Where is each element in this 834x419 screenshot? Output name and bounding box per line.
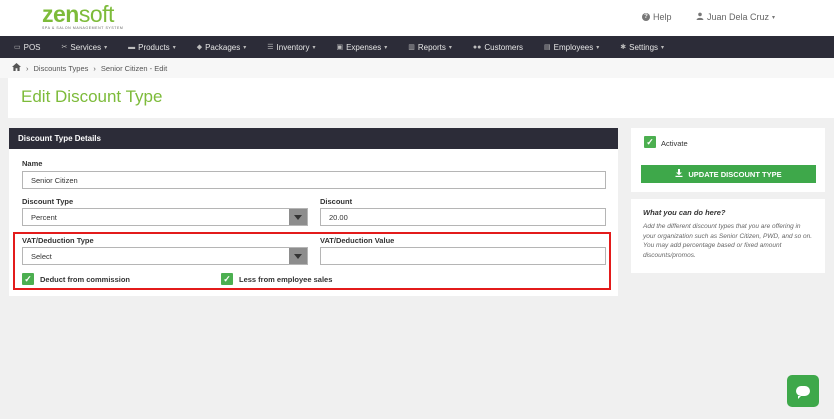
wrench-icon: ✂ — [61, 44, 68, 51]
name-field[interactable]: Senior Citizen — [22, 171, 606, 189]
employees-icon: ▤ — [544, 44, 551, 51]
logo-wordmark: zensoft — [42, 1, 123, 27]
breadcrumb-item-discount-types[interactable]: Discounts Types — [34, 64, 89, 73]
tablet-icon: ▭ — [14, 44, 21, 51]
update-discount-type-button[interactable]: UPDATE DISCOUNT TYPE — [641, 165, 816, 183]
top-header: zensoft SPA & SALON MANAGEMENT SYSTEM ? … — [0, 0, 834, 36]
checkmark-icon: ✓ — [646, 136, 654, 147]
info-text: Add the different discount types that yo… — [643, 223, 813, 259]
help-info-card: What you can do here? Add the different … — [631, 199, 825, 273]
nav-item-reports[interactable]: ▥ Reports ▾ — [408, 43, 452, 52]
chevron-down-icon: ▾ — [172, 44, 176, 51]
main-nav: ▭ POS ✂ Services ▾ ▬ Products ▾ ◆ Packag… — [0, 36, 834, 58]
checkmark-icon: ✓ — [223, 273, 231, 284]
chevron-down-icon: ▾ — [661, 44, 665, 51]
activate-checkbox[interactable]: ✓ — [644, 136, 656, 148]
breadcrumb-separator: › — [93, 63, 96, 73]
breadcrumb-separator: › — [26, 63, 29, 73]
name-label: Name — [22, 159, 43, 168]
nav-item-inventory[interactable]: ☰ Inventory ▾ — [267, 43, 315, 52]
user-icon — [696, 12, 704, 22]
nav-label: Settings — [629, 42, 659, 52]
dropdown-arrow-icon — [289, 209, 307, 225]
nav-label: Packages — [205, 42, 241, 52]
gear-icon: ✱ — [620, 44, 627, 51]
name-field-value: Senior Citizen — [31, 175, 78, 185]
breadcrumb-item-current: Senior Citizen - Edit — [100, 63, 168, 73]
chat-icon — [796, 386, 810, 399]
list-icon: ☰ — [267, 44, 274, 51]
vat-type-label: VAT/Deduction Type — [22, 236, 94, 245]
logo-word-part2: soft — [78, 1, 115, 27]
logo-tagline: SPA & SALON MANAGEMENT SYSTEM — [42, 26, 124, 30]
nav-label: Reports — [417, 42, 446, 52]
less-employee-sales-checkbox[interactable]: ✓ — [221, 273, 233, 285]
activate-label: Activate — [661, 139, 688, 148]
nav-label: POS — [23, 42, 41, 52]
nav-label: Inventory — [276, 42, 310, 52]
vat-value-label: VAT/Deduction Value — [320, 236, 395, 245]
chevron-down-icon: ▾ — [104, 44, 108, 51]
zensoft-logo[interactable]: zensoft SPA & SALON MANAGEMENT SYSTEM — [42, 1, 124, 31]
vat-type-value: Select — [31, 251, 52, 261]
nav-label: Services — [70, 42, 102, 52]
update-button-label: UPDATE DISCOUNT TYPE — [688, 169, 782, 179]
nav-label: Products — [138, 42, 170, 52]
deduct-commission-checkbox[interactable]: ✓ — [22, 273, 34, 285]
nav-item-expenses[interactable]: ▣ Expenses ▾ — [336, 43, 387, 52]
deduct-commission-label: Deduct from commission — [40, 275, 131, 284]
nav-item-customers[interactable]: ●● Customers — [473, 43, 523, 52]
bar-chart-icon: ▥ — [408, 44, 415, 51]
nav-item-packages[interactable]: ◆ Packages ▾ — [197, 43, 247, 52]
users-icon: ●● — [472, 43, 482, 51]
discount-field[interactable]: 20.00 — [320, 208, 606, 226]
chat-button[interactable] — [787, 375, 819, 407]
nav-item-settings[interactable]: ✱ Settings ▾ — [620, 43, 664, 52]
home-icon[interactable] — [12, 63, 21, 73]
checkmark-icon: ✓ — [24, 273, 32, 284]
tag-icon: ◆ — [196, 44, 203, 51]
page-title: Edit Discount Type — [21, 87, 163, 106]
chevron-down-icon: ▾ — [312, 44, 316, 51]
vat-value-field[interactable] — [320, 247, 606, 265]
cart-icon: ▬ — [128, 43, 136, 51]
user-name: Juan Dela Cruz — [707, 12, 770, 22]
chevron-down-icon: ▾ — [243, 44, 247, 51]
user-menu[interactable]: Juan Dela Cruz ▾ — [696, 12, 775, 22]
chevron-down-icon: ▾ — [596, 44, 600, 51]
info-title: What you can do here? — [643, 208, 726, 217]
money-icon: ▣ — [336, 44, 344, 51]
download-icon — [675, 169, 683, 179]
breadcrumb: › Discounts Types › Senior Citizen - Edi… — [0, 58, 834, 78]
discount-type-value: Percent — [31, 212, 57, 222]
nav-item-services[interactable]: ✂ Services ▾ — [62, 43, 108, 52]
logo-word-part1: zen — [42, 1, 79, 27]
nav-item-employees[interactable]: ▤ Employees ▾ — [544, 43, 599, 52]
chevron-down-icon: ▾ — [772, 14, 776, 21]
discount-label: Discount — [320, 197, 353, 206]
page-header: Edit Discount Type — [8, 78, 834, 118]
discount-value: 20.00 — [329, 212, 348, 222]
nav-item-products[interactable]: ▬ Products ▾ — [128, 43, 176, 52]
dropdown-arrow-icon — [289, 248, 307, 264]
help-label: Help — [653, 12, 672, 22]
chevron-down-icon: ▾ — [448, 44, 452, 51]
actions-card: ✓ Activate UPDATE DISCOUNT TYPE — [631, 128, 825, 192]
nav-label: Customers — [484, 42, 524, 52]
chevron-down-icon: ▾ — [384, 44, 388, 51]
nav-item-pos[interactable]: ▭ POS — [14, 43, 41, 52]
vat-type-select[interactable]: Select — [22, 247, 308, 265]
question-circle-icon: ? — [642, 13, 650, 21]
help-link[interactable]: ? Help — [642, 12, 672, 22]
discount-type-label: Discount Type — [22, 197, 74, 206]
panel-title: Discount Type Details — [9, 128, 618, 149]
discount-type-select[interactable]: Percent — [22, 208, 308, 226]
discount-type-details-panel: Discount Type Details Name Senior Citize… — [9, 128, 618, 296]
less-employee-sales-label: Less from employee sales — [239, 275, 333, 284]
nav-label: Expenses — [346, 42, 382, 52]
nav-label: Employees — [553, 42, 594, 52]
